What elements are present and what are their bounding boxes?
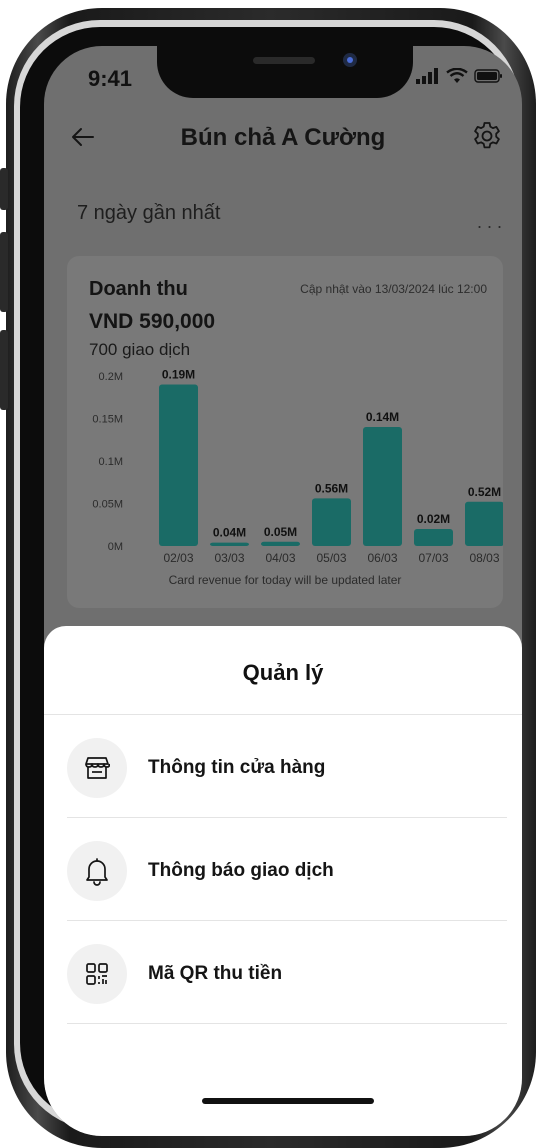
bell-icon xyxy=(86,858,108,886)
x-tick-label: 03/03 xyxy=(214,551,244,565)
bar-value-label: 0.04M xyxy=(213,526,246,540)
bar-value-label: 0.02M xyxy=(417,512,450,526)
chart-bar xyxy=(363,427,402,546)
bar-value-label: 0.14M xyxy=(366,410,399,424)
menu-label-transaction-notifications: Thông báo giao dịch xyxy=(148,860,334,881)
menu-item-qr-code[interactable]: Mã QR thu tiền xyxy=(67,921,507,1024)
management-bottom-sheet: Quản lý Thông tin cửa hàng Thông báo gia… xyxy=(44,626,522,1136)
volume-down-button xyxy=(0,330,8,410)
chart-note: Card revenue for today will be updated l… xyxy=(168,573,402,587)
front-camera xyxy=(343,53,357,67)
status-icons xyxy=(416,68,504,84)
x-tick-label: 04/03 xyxy=(265,551,295,565)
store-icon xyxy=(85,757,110,779)
cellular-signal-icon xyxy=(416,68,438,84)
bar-value-label: 0.05M xyxy=(264,525,297,539)
status-time: 9:41 xyxy=(88,66,133,91)
mute-switch xyxy=(0,168,8,210)
more-options-icon[interactable]: ... xyxy=(477,212,507,233)
sheet-title: Quản lý xyxy=(242,660,324,685)
bar-value-label: 0.56M xyxy=(315,481,348,495)
chart-bar xyxy=(414,529,453,546)
menu-label-qr-code: Mã QR thu tiền xyxy=(148,963,283,984)
qr-code-icon-wrap xyxy=(67,944,127,1004)
menu-separator xyxy=(67,1023,507,1024)
x-tick-label: 06/03 xyxy=(367,551,397,565)
volume-up-button xyxy=(0,232,8,312)
bar-value-label: 0.19M xyxy=(162,368,195,382)
chart-bar xyxy=(312,498,351,546)
chart-bar xyxy=(261,541,300,546)
home-indicator[interactable] xyxy=(202,1098,374,1104)
screen: 9:41 Bún chả A Cường 7 ngày gần nhất ...… xyxy=(44,46,522,1136)
store-icon-wrap xyxy=(67,738,127,798)
notch xyxy=(157,46,413,98)
y-tick-label: 0.2M xyxy=(99,371,123,383)
chart-bar xyxy=(465,501,503,546)
x-tick-label: 07/03 xyxy=(418,551,448,565)
bell-icon-wrap xyxy=(67,841,127,901)
menu-item-store-info[interactable]: Thông tin cửa hàng xyxy=(67,715,507,818)
speaker xyxy=(253,57,315,64)
y-tick-label: 0.1M xyxy=(99,456,123,468)
y-tick-label: 0.15M xyxy=(92,414,123,426)
x-tick-label: 02/03 xyxy=(163,551,193,565)
revenue-card: Doanh thu Cập nhật vào 13/03/2024 lúc 12… xyxy=(67,256,503,608)
chart-bar xyxy=(159,384,198,546)
bar-value-label: 0.52M xyxy=(468,485,501,499)
menu-item-transaction-notifications[interactable]: Thông báo giao dịch xyxy=(67,818,507,921)
wifi-icon xyxy=(446,68,468,83)
x-tick-label: 08/03 xyxy=(469,551,499,565)
date-range-label[interactable]: 7 ngày gần nhất xyxy=(77,202,220,224)
battery-icon xyxy=(474,69,502,83)
gear-icon[interactable] xyxy=(471,120,503,152)
menu-label-store-info: Thông tin cửa hàng xyxy=(148,757,326,778)
revenue-bar-chart: 0.2M 0.15M 0.1M 0.05M 0M 0.19M 02/03 0.04M 03/03… xyxy=(92,368,503,565)
y-tick-label: 0.05M xyxy=(92,499,123,511)
header: Bún chả A Cường xyxy=(44,110,522,170)
page-title: Bún chả A Cường xyxy=(180,124,386,151)
date-range-row: 7 ngày gần nhất ... xyxy=(77,202,507,232)
x-tick-label: 05/03 xyxy=(316,551,346,565)
qr-code-icon xyxy=(86,963,108,985)
chart-bar xyxy=(210,542,249,546)
y-tick-label: 0M xyxy=(108,541,123,553)
